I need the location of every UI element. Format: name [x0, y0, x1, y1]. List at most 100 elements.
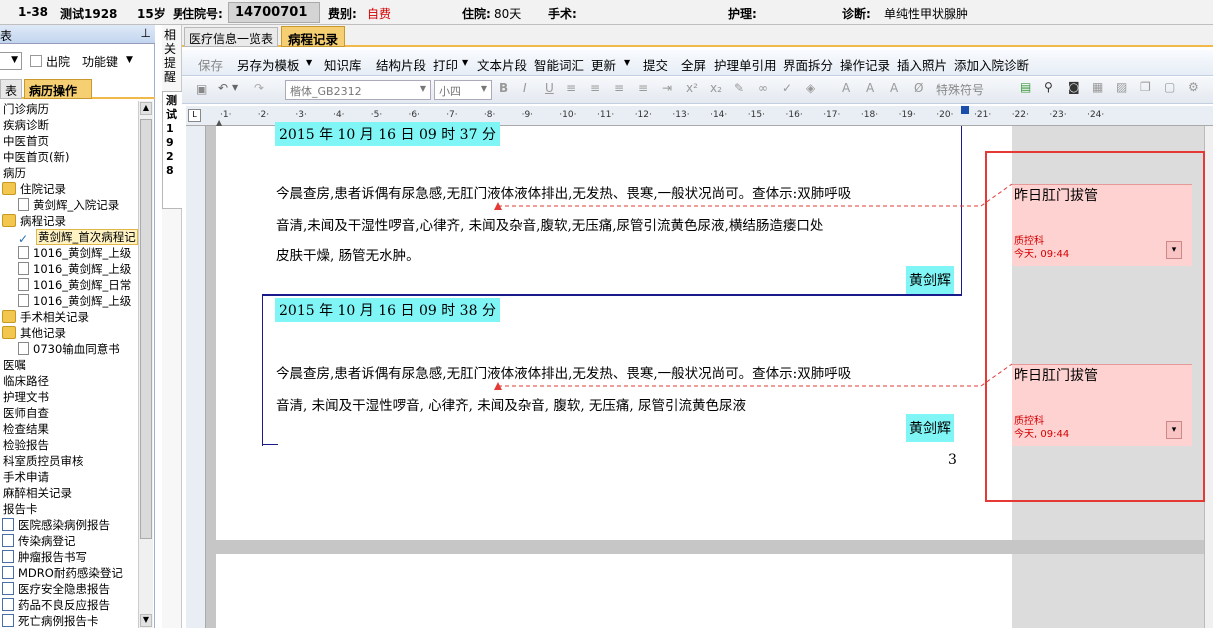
tree-item[interactable]: 医疗安全隐患报告	[2, 581, 110, 597]
chevron-down-icon[interactable]: ▼	[232, 83, 238, 92]
image-icon[interactable]: ▨	[1116, 80, 1127, 94]
tree-item[interactable]: 医嘱	[3, 357, 26, 373]
font-select[interactable]: 楷体_GB2312 ▼	[285, 80, 431, 100]
entry-text-line[interactable]: 今晨查房,患者诉偶有尿急感,无肛门液体液体排出,无发热、畏寒,一般状况尚可。查体…	[276, 182, 851, 202]
menu-text-snippet[interactable]: 文本片段	[477, 55, 527, 74]
tree-item[interactable]: 医院感染病例报告	[2, 517, 110, 533]
tree-item[interactable]: 1016_黄剑辉_上级	[18, 293, 131, 309]
tree-item[interactable]: 黄剑辉_入院记录	[18, 197, 119, 213]
menu-smart-vocab[interactable]: 智能词汇	[534, 55, 584, 74]
right-margin-marker[interactable]	[961, 106, 969, 114]
tree-item[interactable]: ✓ 黄剑辉_首次病程记	[18, 229, 138, 246]
undo-icon[interactable]: ↶	[218, 81, 228, 95]
tree-item[interactable]: 1016_黄剑辉_日常	[18, 277, 131, 293]
table-icon[interactable]: ▦	[1092, 80, 1103, 94]
tree-item[interactable]: 检查结果	[3, 421, 49, 437]
vtab-reminder[interactable]: 相关提醒	[164, 28, 178, 84]
font-shrink-icon[interactable]: A	[890, 81, 898, 95]
save-icon[interactable]: ▣	[196, 82, 207, 96]
menu-insert-photo[interactable]: 插入照片	[897, 55, 947, 74]
text-effect-icon[interactable]: A	[842, 81, 850, 95]
scroll-thumb[interactable]	[140, 119, 152, 539]
menu-print[interactable]: 打印	[433, 55, 458, 74]
comment-card[interactable]: 昨日肛门拔管 质控科 今天, 09:44 ▾	[1012, 364, 1192, 446]
tree-item[interactable]: 门诊病历	[3, 101, 49, 117]
italic-icon[interactable]: I	[523, 81, 527, 95]
discharged-checkbox[interactable]	[30, 55, 42, 67]
menu-update[interactable]: 更新	[591, 55, 616, 74]
tree-item[interactable]: 肿瘤报告书写	[2, 549, 87, 565]
align-right-icon[interactable]: ≡	[614, 81, 624, 95]
menu-knowledge-base[interactable]: 知识库	[324, 55, 362, 74]
align-left-icon[interactable]: ≡	[566, 81, 576, 95]
tree-item[interactable]: MDRO耐药感染登记	[2, 565, 123, 581]
vtab-patient[interactable]: 测试1928	[162, 91, 182, 209]
chevron-down-icon[interactable]: ▼	[462, 58, 468, 67]
tree-item[interactable]: 手术申请	[3, 469, 49, 485]
menu-structured-snippet[interactable]: 结构片段	[376, 55, 426, 74]
menu-add-admission-diagnosis[interactable]: 添加入院诊断	[954, 55, 1029, 74]
tree-item[interactable]: 护理文书	[3, 389, 49, 405]
menu-fullscreen[interactable]: 全屏	[681, 55, 706, 74]
font-grow-icon[interactable]: A	[866, 81, 874, 95]
tree-item[interactable]: 住院记录	[2, 181, 66, 197]
menu-save-as-template[interactable]: 另存为模板	[237, 55, 300, 74]
superscript-icon[interactable]: x²	[686, 81, 698, 95]
tree-item[interactable]: 科室质控员审核	[3, 453, 84, 469]
pin-icon[interactable]: ⊥	[141, 26, 151, 40]
tree-item[interactable]: 医师自查	[3, 405, 49, 421]
tree-item[interactable]: 1016_黄剑辉_上级	[18, 245, 131, 261]
redo-icon[interactable]: ↷	[254, 81, 264, 95]
subscript-icon[interactable]: x₂	[710, 81, 722, 95]
link-icon[interactable]: ∞	[758, 81, 768, 95]
tree-item[interactable]: 死亡病例报告卡	[2, 613, 99, 628]
entry-text-line[interactable]: 音清, 未闻及干湿性啰音, 心律齐, 未闻及杂音, 腹软, 无压痛, 尿管引流黄…	[276, 394, 746, 414]
align-center-icon[interactable]: ≡	[590, 81, 600, 95]
tree-item[interactable]: 检验报告	[3, 437, 49, 453]
note-icon[interactable]: ▤	[1020, 80, 1031, 94]
settings-icon[interactable]: ⚙	[1188, 80, 1199, 94]
special-char-button[interactable]: 特殊符号	[936, 81, 984, 98]
copy-icon[interactable]: ❐	[1140, 80, 1151, 94]
binoculars-icon[interactable]: ◙	[1068, 80, 1080, 94]
search-icon[interactable]: ⚲	[1044, 80, 1053, 94]
tree-scrollbar[interactable]: ▲ ▼	[138, 101, 153, 628]
chevron-down-icon[interactable]: ▼	[306, 58, 312, 67]
spell-icon[interactable]: ✓	[782, 81, 792, 95]
menu-nursing-reference[interactable]: 护理单引用	[714, 55, 777, 74]
tree-item[interactable]: 病程记录	[2, 213, 66, 229]
tree-item[interactable]: 传染病登记	[2, 533, 76, 549]
scroll-down-icon[interactable]: ▼	[140, 614, 152, 627]
tree-item[interactable]: 麻醉相关记录	[3, 485, 72, 501]
tree-item[interactable]: 中医首页(新)	[3, 149, 69, 165]
tree-item[interactable]: 药品不良反应报告	[2, 597, 110, 613]
scroll-up-icon[interactable]: ▲	[140, 102, 152, 115]
tab-table[interactable]: 表	[0, 79, 23, 99]
menu-submit[interactable]: 提交	[643, 55, 668, 74]
menu-save[interactable]: 保存	[198, 55, 223, 74]
tree-item[interactable]: 疾病诊断	[3, 117, 49, 133]
menu-split-view[interactable]: 界面拆分	[783, 55, 833, 74]
entry-text-line[interactable]: 今晨查房,患者诉偶有尿急感,无肛门液体液体排出,无发热、畏寒,一般状况尚可。查体…	[276, 362, 851, 382]
tree-item[interactable]: 1016_黄剑辉_上级	[18, 261, 131, 277]
comment-card[interactable]: 昨日肛门拔管 质控科 今天, 09:44 ▾	[1012, 184, 1192, 266]
clear-format-icon[interactable]: Ø	[914, 81, 923, 95]
tree-item[interactable]: 其他记录	[2, 325, 66, 341]
tree-item[interactable]: 手术相关记录	[2, 309, 89, 325]
tree-item[interactable]: 报告卡	[3, 501, 38, 517]
underline-icon[interactable]: U	[545, 81, 554, 95]
tree-item[interactable]: 0730输血同意书	[18, 341, 120, 357]
lock-icon[interactable]: ▢	[1164, 80, 1175, 94]
chevron-down-icon[interactable]: ▼	[126, 55, 133, 65]
tree-item[interactable]: 病历	[3, 165, 26, 181]
menu-operation-log[interactable]: 操作记录	[840, 55, 890, 74]
tab-progress-note[interactable]: 病程记录	[281, 26, 346, 47]
tab-medical-overview[interactable]: 医疗信息一览表	[184, 27, 279, 47]
entry-text-line[interactable]: 皮肤干燥, 肠管无水肿。	[276, 244, 420, 264]
function-key-button[interactable]: 功能键	[82, 53, 118, 70]
font-size-select[interactable]: 小四 ▼	[434, 80, 492, 100]
comment-dropdown-icon[interactable]: ▾	[1166, 421, 1182, 439]
tab-record-operations[interactable]: 病历操作	[24, 79, 92, 99]
document-scrollbar[interactable]	[1204, 126, 1213, 628]
tab-stop-icon[interactable]: L	[188, 109, 201, 122]
